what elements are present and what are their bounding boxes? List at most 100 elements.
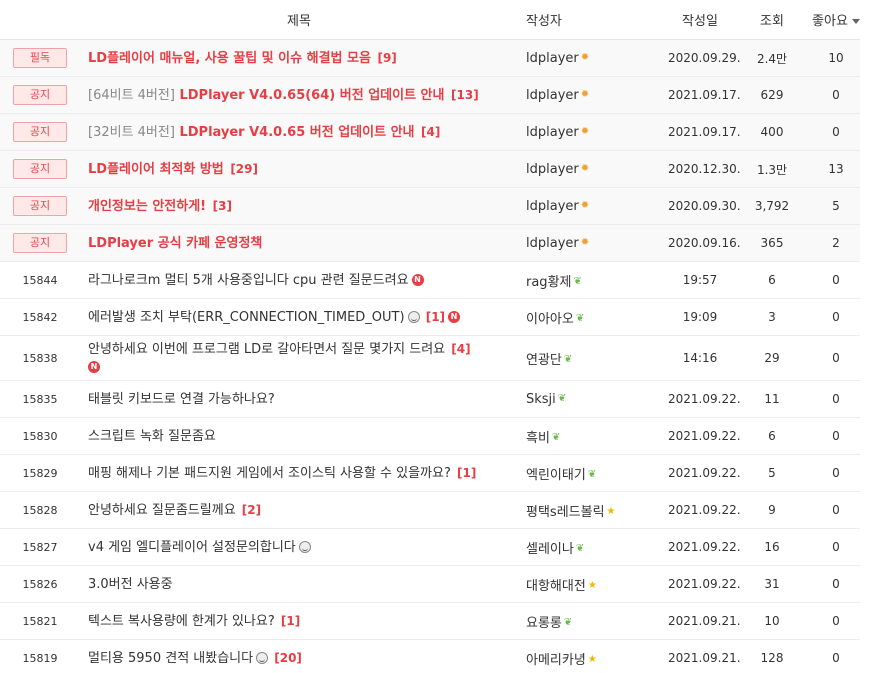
notice-badge: 공지 — [13, 233, 67, 253]
notice-title-text: LDPlayer V4.0.65(64) 버전 업데이트 안내 — [174, 87, 445, 103]
author-cell[interactable]: 연광단 ❦ — [518, 349, 668, 368]
post-title-cell: 멀티용 5950 견적 내봤습니다 [20] — [80, 650, 518, 667]
views-cell: 9 — [768, 503, 776, 517]
notice-title-link[interactable]: 개인정보는 안전하게! [3] — [88, 199, 232, 214]
notice-title-cell: LD플레이어 최적화 방법 [29] — [80, 161, 518, 178]
author-cell[interactable]: 흑비 ❦ — [518, 427, 668, 446]
likes-cell: 0 — [832, 273, 840, 287]
views-cell: 16 — [764, 540, 780, 554]
author-name: 연광단 — [526, 352, 562, 368]
post-title-link[interactable]: 멀티용 5950 견적 내봤습니다 [20] — [88, 651, 302, 666]
post-title-text: 안녕하세요 질문좀드릴께요 — [88, 502, 236, 518]
comment-count[interactable]: [1] — [281, 614, 300, 628]
notice-badge: 공지 — [13, 122, 67, 142]
author-cell[interactable]: 평택s레드볼릭 ★ — [518, 501, 668, 520]
notice-list: 필독 LD플레이어 매뉴얼, 사용 꿀팁 및 이슈 해결법 모음 [9] ldpla… — [0, 40, 860, 262]
post-title-link[interactable]: 매핑 해제나 기본 패드지원 게임에서 조이스틱 사용할 수 있을까요? [1] — [88, 466, 476, 481]
author-cell[interactable]: 이아아오 ❦ — [518, 308, 668, 327]
notice-title-link[interactable]: [32비트 4버전] LDPlayer V4.0.65 버전 업데이트 안내 [… — [88, 125, 440, 140]
sort-down-icon — [851, 19, 860, 24]
sprout-icon: ❦ — [563, 354, 573, 365]
author-name: ldplayer — [526, 198, 579, 214]
comment-count[interactable]: [1] — [457, 466, 476, 480]
date-cell: 14:16 — [682, 351, 718, 365]
views-cell: 128 — [760, 651, 784, 665]
emoticon-icon — [407, 311, 420, 323]
likes-cell: 10 — [828, 51, 844, 65]
post-title-link[interactable]: 스크립트 녹화 질문좀요 — [88, 429, 216, 444]
author-cell[interactable]: ldplayer ✹ — [518, 125, 668, 140]
table-row: 15844 라그나로크m 멀티 5개 사용중입니다 cpu 관련 질문드려요 Nra… — [0, 262, 860, 299]
author-cell[interactable]: ldplayer ✹ — [518, 88, 668, 103]
comment-count[interactable]: [9] — [377, 51, 396, 65]
author-name: 흑비 — [526, 430, 550, 446]
author-name: 엑린이태기 — [526, 467, 586, 483]
notice-title-link[interactable]: LD플레이어 최적화 방법 [29] — [88, 162, 258, 177]
author-name: ldplayer — [526, 235, 579, 251]
table-row: 15826 3.0버전 사용중 대항해대전 ★ 2021.09.22. 31 0 — [0, 566, 860, 603]
comment-count[interactable]: [2] — [242, 503, 261, 517]
notice-title-cell: LDPlayer 공식 카페 운영정책 — [80, 235, 518, 252]
post-title-link[interactable]: v4 게임 엘디플레이어 설정문의합니다 — [88, 540, 311, 555]
likes-cell: 0 — [832, 88, 840, 102]
comment-count[interactable]: [4] — [421, 125, 440, 139]
post-title-link[interactable]: 안녕하세요 이번에 프로그램 LD로 갈아타면서 질문 몇가지 드려요 [4] N — [88, 342, 471, 374]
comment-count[interactable]: [4] — [451, 342, 470, 356]
author-cell[interactable]: rag황제 ❦ — [518, 271, 668, 290]
post-number: 15838 — [22, 351, 58, 365]
table-row: 15829 매핑 해제나 기본 패드지원 게임에서 조이스틱 사용할 수 있을까요… — [0, 455, 860, 492]
author-cell[interactable]: ldplayer ✹ — [518, 199, 668, 214]
author-cell[interactable]: ldplayer ✹ — [518, 236, 668, 251]
post-title-link[interactable]: 라그나로크m 멀티 5개 사용중입니다 cpu 관련 질문드려요 N — [88, 273, 424, 288]
date-cell: 2021.09.22. — [668, 466, 741, 480]
author-cell[interactable]: Sksji ❦ — [518, 392, 668, 407]
post-title-link[interactable]: 태블릿 키보드로 연결 가능하나요? — [88, 392, 275, 407]
author-name: 이아아오 — [526, 311, 574, 327]
post-title-link[interactable]: 3.0버전 사용중 — [88, 577, 173, 592]
notice-badge-cell: 공지 — [0, 122, 80, 142]
comment-count[interactable]: [1] — [426, 310, 445, 324]
post-title-link[interactable]: 안녕하세요 질문좀드릴께요 [2] — [88, 503, 261, 518]
sun-icon: ✹ — [580, 237, 590, 248]
views-cell: 365 — [760, 236, 784, 250]
views-cell: 3,792 — [754, 199, 790, 213]
likes-cell: 0 — [832, 503, 840, 517]
post-title-text: v4 게임 엘디플레이어 설정문의합니다 — [88, 539, 296, 555]
views-cell: 29 — [764, 351, 780, 365]
header-likes-sort[interactable]: 좋아요 — [812, 10, 860, 29]
date-cell: 2021.09.17. — [668, 88, 741, 102]
notice-title-cell: 개인정보는 안전하게! [3] — [80, 198, 518, 215]
author-cell[interactable]: 요롱롱 ❦ — [518, 612, 668, 631]
post-title-link[interactable]: 에러발생 조치 부탁(ERR_CONNECTION_TIMED_OUT) [1]… — [88, 310, 461, 325]
likes-cell: 0 — [832, 614, 840, 628]
views-cell: 1.3만 — [756, 162, 788, 177]
notice-title-link[interactable]: LD플레이어 매뉴얼, 사용 꿀팁 및 이슈 해결법 모음 [9] — [88, 51, 397, 66]
post-title-text: 3.0버전 사용중 — [88, 576, 173, 592]
date-cell: 19:09 — [682, 310, 718, 324]
author-cell[interactable]: ldplayer ✹ — [518, 51, 668, 66]
comment-count[interactable]: [3] — [213, 199, 232, 213]
views-cell: 10 — [764, 614, 780, 628]
new-icon: N — [411, 274, 424, 286]
notice-title-text: LD플레이어 매뉴얼, 사용 꿀팁 및 이슈 해결법 모음 — [88, 50, 371, 66]
date-cell: 2021.09.22. — [668, 503, 741, 517]
likes-cell: 0 — [832, 651, 840, 665]
notice-title-text: 개인정보는 안전하게! — [88, 198, 207, 214]
author-cell[interactable]: 셀레이나 ❦ — [518, 538, 668, 557]
likes-cell: 0 — [832, 466, 840, 480]
author-cell[interactable]: 아메리카녕 ★ — [518, 649, 668, 668]
header-title: 제목 — [287, 14, 311, 29]
comment-count[interactable]: [20] — [274, 651, 302, 665]
comment-count[interactable]: [13] — [451, 88, 479, 102]
post-title-cell: 안녕하세요 이번에 프로그램 LD로 갈아타면서 질문 몇가지 드려요 [4] N — [80, 341, 518, 375]
author-name: 대항해대전 — [526, 578, 586, 594]
post-title-text: 스크립트 녹화 질문좀요 — [88, 428, 216, 444]
notice-title-link[interactable]: LDPlayer 공식 카페 운영정책 — [88, 236, 262, 251]
author-cell[interactable]: 대항해대전 ★ — [518, 575, 668, 594]
board-header: 제목 작성자 작성일 조회 좋아요 — [0, 0, 860, 40]
post-title-link[interactable]: 텍스트 복사용량에 한계가 있나요? [1] — [88, 614, 300, 629]
author-cell[interactable]: ldplayer ✹ — [518, 162, 668, 177]
comment-count[interactable]: [29] — [230, 162, 258, 176]
author-cell[interactable]: 엑린이태기 ❦ — [518, 464, 668, 483]
notice-title-link[interactable]: [64비트 4버전] LDPlayer V4.0.65(64) 버전 업데이트 … — [88, 88, 479, 103]
